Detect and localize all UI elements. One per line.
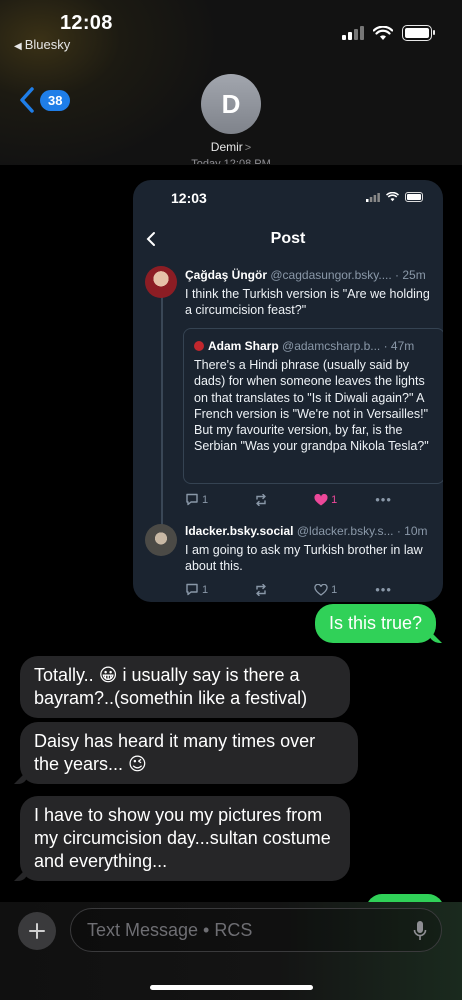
heart-icon <box>314 583 328 596</box>
repost-action <box>254 493 268 506</box>
battery-icon <box>402 25 435 41</box>
post-author-name: Çağdaş Üngör <box>185 268 268 282</box>
repost-icon <box>256 493 267 506</box>
like-action: 1 <box>314 583 338 596</box>
post-header: ldacker.bsky.social @ldacker.bsky.s... ·… <box>185 524 441 538</box>
heart-filled-icon <box>314 493 328 505</box>
post-text: I think the Turkish version is "Are we h… <box>185 287 430 317</box>
signal-icon <box>366 192 380 202</box>
back-to-app-link[interactable]: ◀ Bluesky <box>14 37 70 52</box>
incoming-message[interactable]: Totally.. 😀 i usually say is there a bay… <box>20 656 350 718</box>
message-input[interactable] <box>87 909 397 951</box>
screenshot-status-time: 12:03 <box>171 190 207 206</box>
incoming-message[interactable]: I have to show you my pictures from my c… <box>20 796 350 881</box>
wifi-icon <box>373 25 393 40</box>
back-triangle-icon: ◀ <box>14 41 22 52</box>
repost-icon <box>256 583 267 596</box>
unread-count-badge: 38 <box>40 89 71 111</box>
reply-icon <box>186 583 198 596</box>
add-attachment-button[interactable] <box>18 912 56 950</box>
chevron-right-icon: > <box>244 142 252 154</box>
contact-name[interactable]: Demir > <box>0 140 462 154</box>
screenshot-page-title: Post <box>270 230 306 247</box>
quote-author-handle: @adamcsharp.b... <box>282 339 381 353</box>
screenshot-attachment[interactable]: 12:03 Post Çağdaş Üngör @cagdasungor.bsk… <box>133 180 443 602</box>
post-author-handle: @ldacker.bsky.s... <box>296 524 394 538</box>
screenshot-status-icons <box>366 192 423 202</box>
signal-icon <box>342 26 364 40</box>
timestamp-peek: Today 12:08 PM <box>191 158 271 164</box>
outgoing-message[interactable]: Is this true? <box>314 604 436 643</box>
battery-icon <box>405 192 423 202</box>
quote-text: There's a Hindi phrase (usually said by … <box>194 358 429 454</box>
avatar <box>194 341 204 351</box>
quoted-post: Adam Sharp @adamcsharp.b... · 47m There'… <box>183 328 443 484</box>
quote-header: Adam Sharp @adamcsharp.b... · 47m <box>194 339 443 353</box>
status-time: 12:08 <box>60 12 113 34</box>
incoming-message[interactable]: Daisy has heard it many times over the y… <box>20 722 358 784</box>
reply-count: 1 <box>202 493 209 506</box>
avatar <box>145 266 177 298</box>
reply-action: 1 <box>185 493 208 506</box>
back-app-label: Bluesky <box>24 37 71 52</box>
avatar <box>145 524 177 556</box>
quote-age: · 47m <box>380 339 415 353</box>
status-icons <box>342 25 435 41</box>
contact-name-label: Demir <box>210 140 243 154</box>
plus-icon <box>29 923 45 939</box>
post-text: I am going to ask my Turkish brother in … <box>185 543 423 573</box>
chevron-left-icon <box>20 87 34 113</box>
thread-line <box>161 295 163 530</box>
post-actions: 1 1 ••• <box>185 492 392 507</box>
repost-action <box>254 583 268 596</box>
more-options-icon: ••• <box>375 492 392 507</box>
post-header: Çağdaş Üngör @cagdasungor.bsky.... · 25m <box>185 268 437 282</box>
wifi-icon <box>386 192 399 202</box>
post-author-name: ldacker.bsky.social <box>185 524 294 538</box>
reply-count: 1 <box>202 583 209 596</box>
back-button[interactable]: 38 <box>18 86 71 114</box>
contact-avatar[interactable]: D <box>201 74 261 134</box>
like-action: 1 <box>314 493 338 506</box>
message-input-container[interactable] <box>70 908 442 952</box>
like-count: 1 <box>331 493 338 506</box>
like-count: 1 <box>331 583 338 596</box>
more-options-icon: ••• <box>375 582 392 597</box>
post-author-handle: @cagdasungor.bsky.... <box>270 268 392 282</box>
reply-icon <box>186 493 198 506</box>
reply-action: 1 <box>185 583 208 596</box>
post-age: · 10m <box>393 524 428 538</box>
quote-author-name: Adam Sharp <box>208 339 279 353</box>
home-indicator[interactable] <box>150 985 313 990</box>
post-actions: 1 1 ••• <box>185 582 392 597</box>
post-age: · 25m <box>391 268 426 282</box>
microphone-icon[interactable] <box>413 920 427 942</box>
